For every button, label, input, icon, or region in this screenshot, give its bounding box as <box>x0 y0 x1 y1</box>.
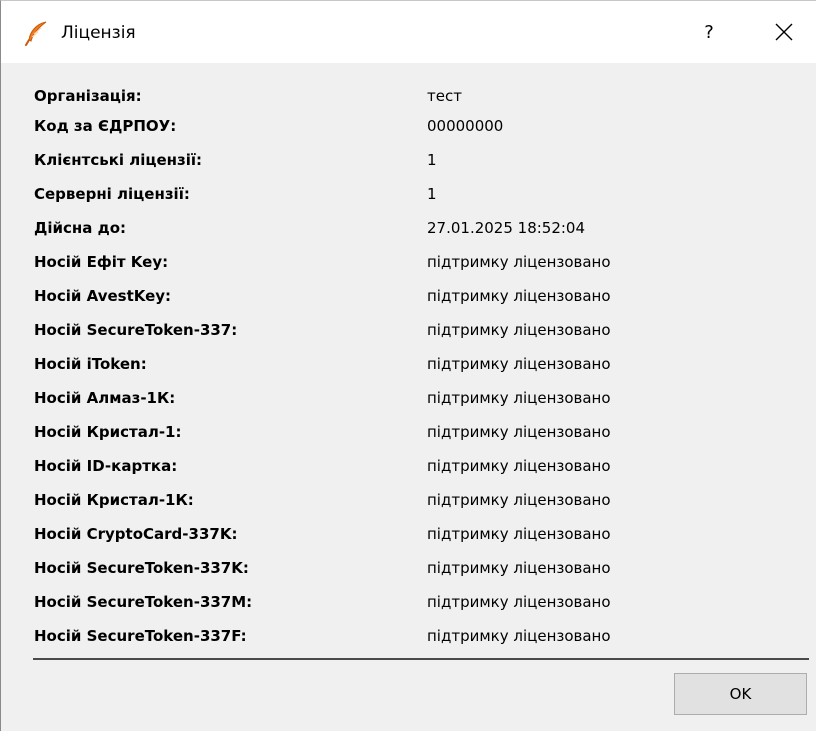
info-row: Носій ID-картка: підтримку ліцензовано <box>1 451 816 481</box>
info-value: підтримку ліцензовано <box>427 457 611 475</box>
info-row: Організація: тест <box>1 81 816 111</box>
info-value: тест <box>427 87 462 105</box>
info-label: Носій AvestKey: <box>34 287 172 305</box>
footer-divider <box>33 658 809 660</box>
help-button[interactable]: ? <box>687 13 731 53</box>
info-row: Носій SecureToken-337M: підтримку ліценз… <box>1 587 816 617</box>
info-value: підтримку ліцензовано <box>427 627 611 645</box>
info-value: підтримку ліцензовано <box>427 321 611 339</box>
info-row: Носій SecureToken-337: підтримку ліцензо… <box>1 315 816 345</box>
info-label: Носій CryptoCard-337K: <box>34 525 238 543</box>
info-label: Клієнтські ліцензії: <box>34 151 203 169</box>
info-row: Носій Ефіт Key: підтримку ліцензовано <box>1 247 816 277</box>
info-label: Носій SecureToken-337F: <box>34 627 247 645</box>
info-label: Носій Кристал-1: <box>34 423 182 441</box>
info-value: 27.01.2025 18:52:04 <box>427 219 586 237</box>
info-value: підтримку ліцензовано <box>427 287 611 305</box>
title-bar: Ліцензія ? <box>1 1 816 63</box>
info-label: Код за ЄДРПОУ: <box>34 117 177 135</box>
info-label: Носій SecureToken-337M: <box>34 593 253 611</box>
info-value: підтримку ліцензовано <box>427 593 611 611</box>
window-title: Ліцензія <box>61 23 136 43</box>
info-label: Носій Алмаз-1К: <box>34 389 176 407</box>
feather-pen-icon <box>25 21 47 46</box>
info-label: Дійсна до: <box>34 219 127 237</box>
info-value: підтримку ліцензовано <box>427 525 611 543</box>
info-value: підтримку ліцензовано <box>427 559 611 577</box>
license-dialog: Ліцензія ? Організація: тест Код за ЄДРП… <box>0 0 816 731</box>
info-row: Носій Алмаз-1К: підтримку ліцензовано <box>1 383 816 413</box>
info-label: Організація: <box>34 87 142 105</box>
info-label: Носій iToken: <box>34 355 147 373</box>
info-value: підтримку ліцензовано <box>427 491 611 509</box>
info-label: Носій Кристал-1К: <box>34 491 194 509</box>
info-label: Носій SecureToken-337: <box>34 321 238 339</box>
ok-button[interactable]: OK <box>674 673 807 715</box>
info-label: Серверні ліцензії: <box>34 185 190 203</box>
info-value: підтримку ліцензовано <box>427 355 611 373</box>
info-row: Носій AvestKey: підтримку ліцензовано <box>1 281 816 311</box>
info-row: Носій Кристал-1К: підтримку ліцензовано <box>1 485 816 515</box>
info-value: підтримку ліцензовано <box>427 423 611 441</box>
info-row: Клієнтські ліцензії: 1 <box>1 145 816 175</box>
info-value: 1 <box>427 151 437 169</box>
info-value: 1 <box>427 185 437 203</box>
info-label: Носій ID-картка: <box>34 457 178 475</box>
close-icon <box>775 23 793 41</box>
info-row: Дійсна до: 27.01.2025 18:52:04 <box>1 213 816 243</box>
info-row: Код за ЄДРПОУ: 00000000 <box>1 111 816 141</box>
info-row: Носій SecureToken-337K: підтримку ліценз… <box>1 553 816 583</box>
info-row: Носій CryptoCard-337K: підтримку ліцензо… <box>1 519 816 549</box>
info-label: Носій SecureToken-337K: <box>34 559 249 577</box>
info-row: Носій SecureToken-337F: підтримку ліценз… <box>1 621 816 651</box>
info-row: Серверні ліцензії: 1 <box>1 179 816 209</box>
info-value: підтримку ліцензовано <box>427 389 611 407</box>
close-button[interactable] <box>759 13 809 53</box>
info-row: Носій iToken: підтримку ліцензовано <box>1 349 816 379</box>
info-value: 00000000 <box>427 117 504 135</box>
info-value: підтримку ліцензовано <box>427 253 611 271</box>
info-label: Носій Ефіт Key: <box>34 253 169 271</box>
info-row: Носій Кристал-1: підтримку ліцензовано <box>1 417 816 447</box>
